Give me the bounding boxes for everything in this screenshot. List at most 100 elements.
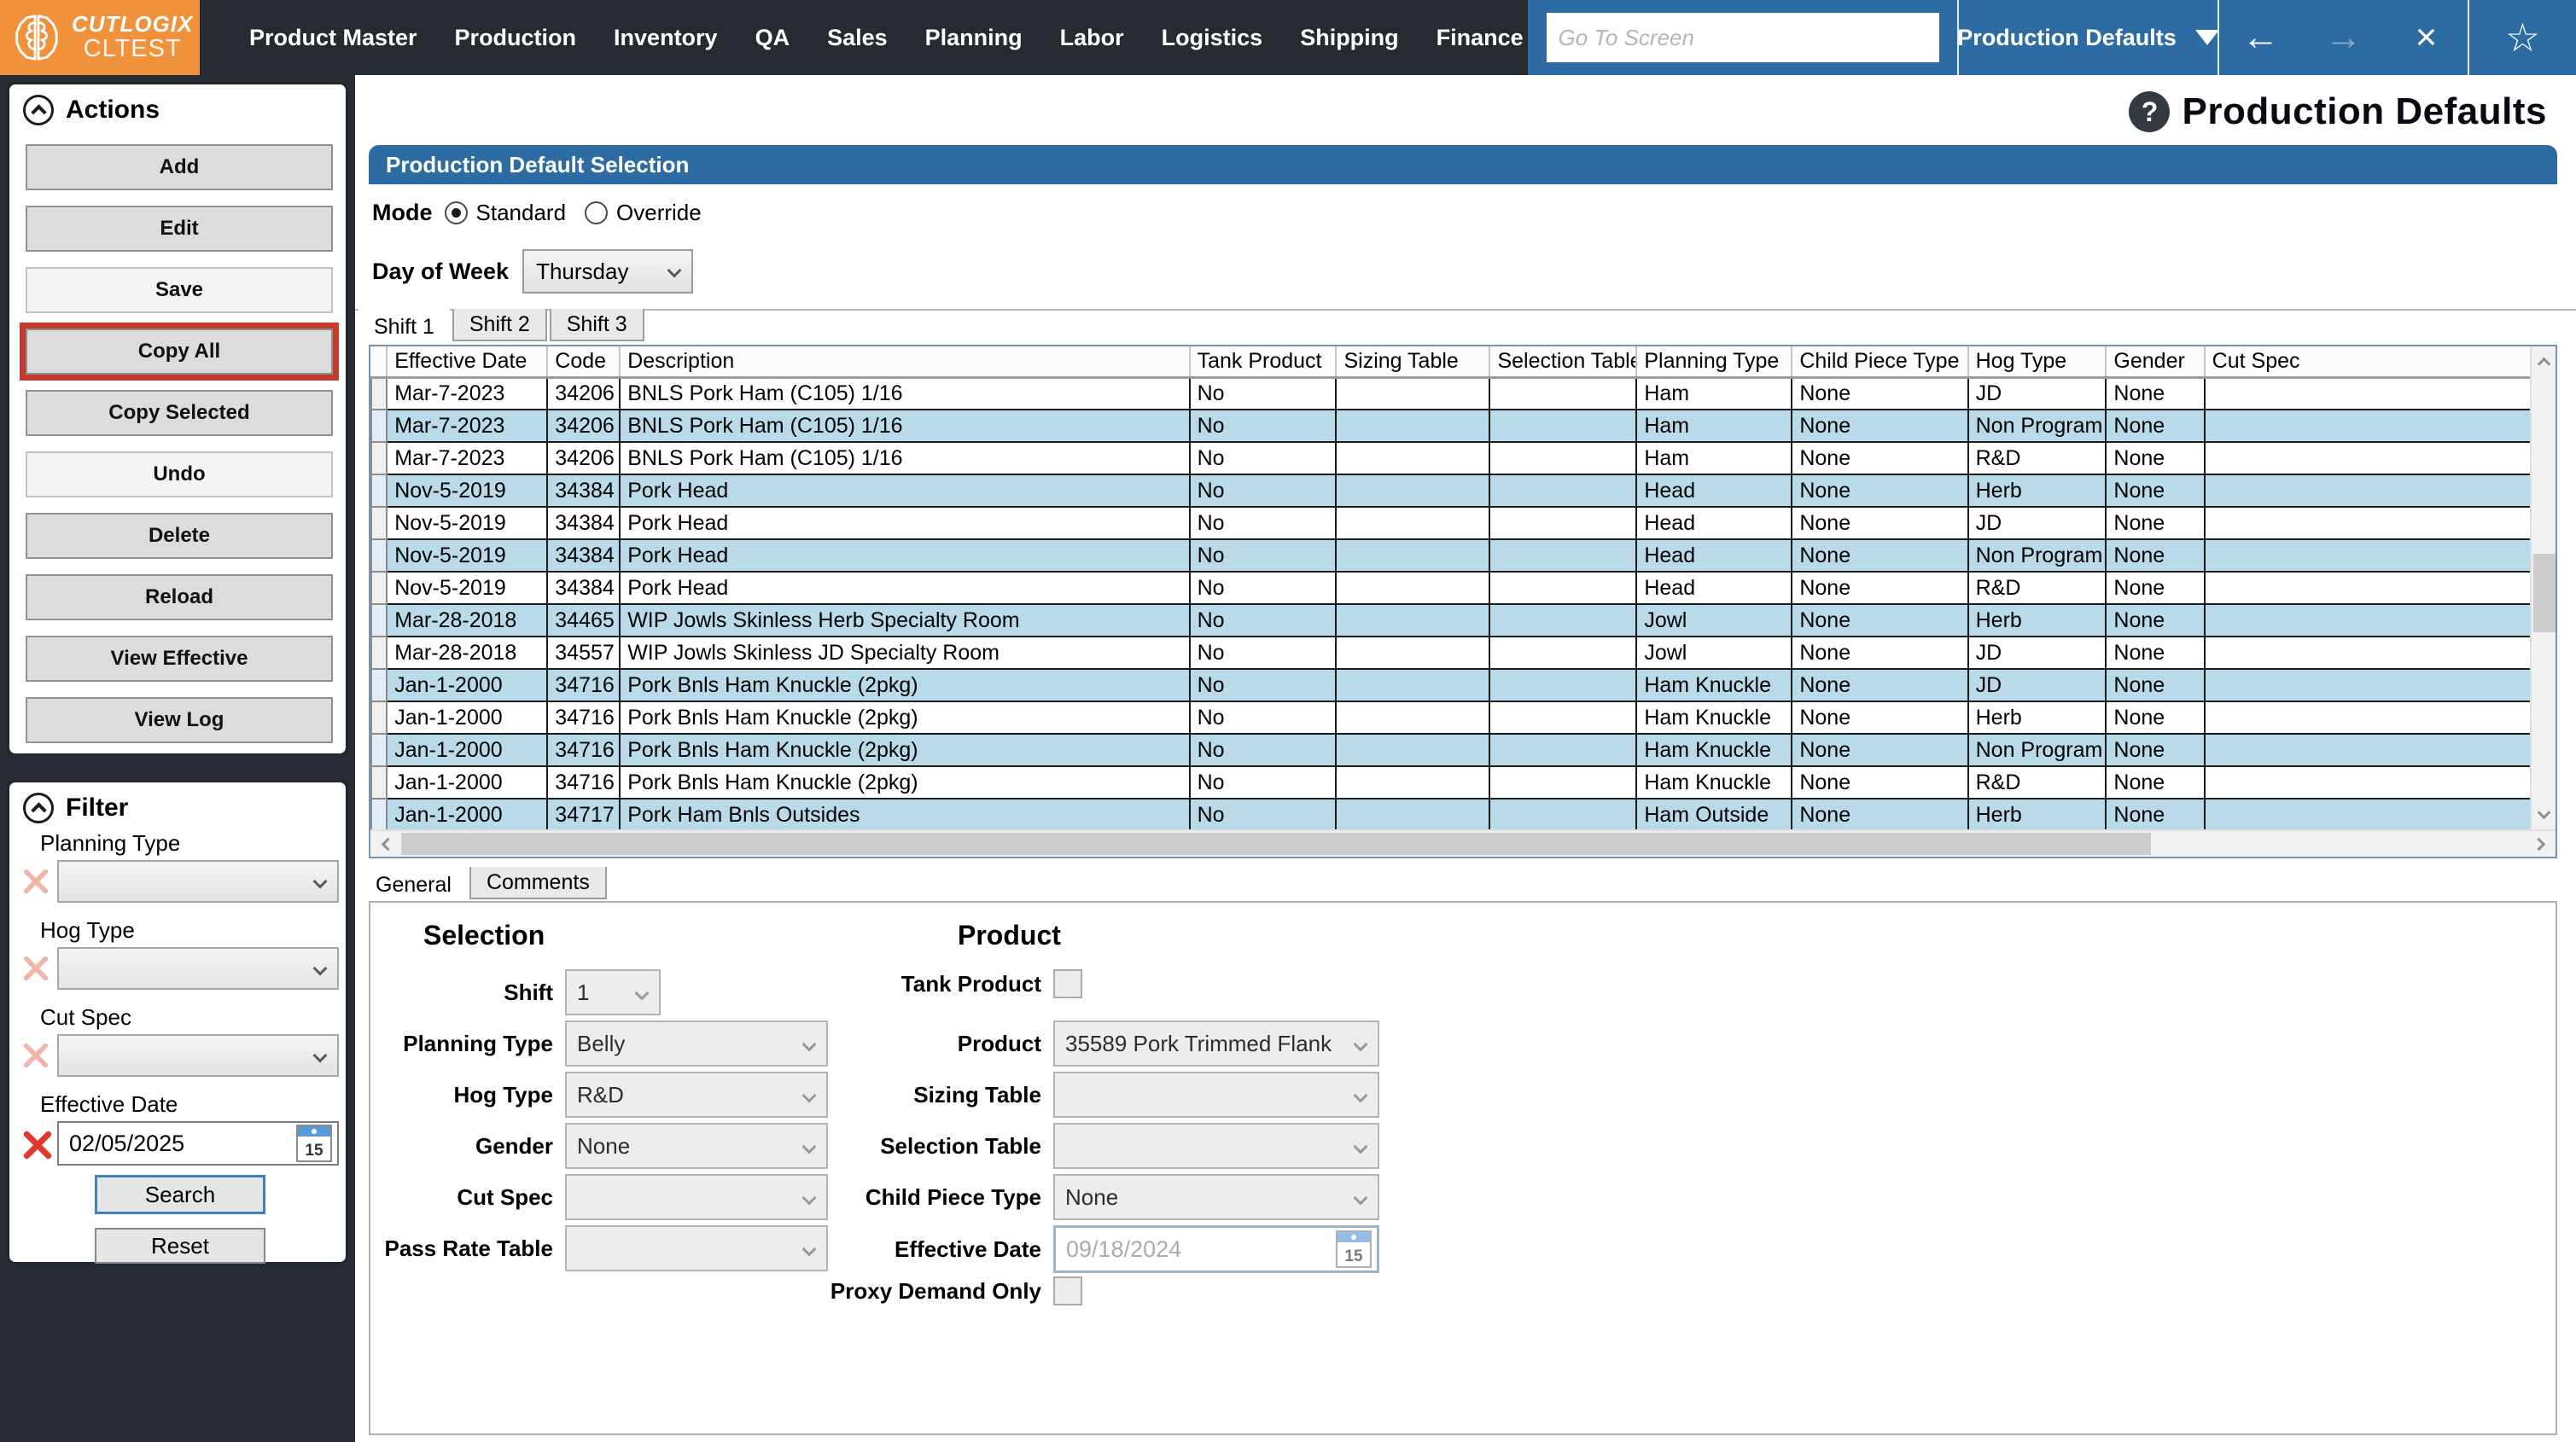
grid-cell[interactable] [1335,798,1491,829]
grid-cell[interactable]: 34206 [546,376,621,410]
grid-cell[interactable]: 34384 [546,506,621,540]
grid-cell[interactable]: Mar-28-2018 [386,636,549,670]
grid-cell[interactable]: No [1188,603,1338,637]
grid-cell[interactable] [2203,701,2530,735]
grid-cell[interactable] [2203,765,2530,799]
grid-cell[interactable]: None [1791,474,1969,508]
grid-cell[interactable] [1489,409,1638,443]
copy-selected-button[interactable]: Copy Selected [26,390,333,436]
menu-item-inventory[interactable]: Inventory [595,25,737,51]
column-header-selection-table[interactable]: Selection Table [1489,346,1638,379]
selection-table-select[interactable] [1053,1123,1379,1169]
row-selector-cell[interactable] [370,474,388,508]
grid-cell[interactable] [1335,474,1491,508]
grid-cell[interactable]: JD [1967,506,2107,540]
table-row[interactable]: Jan-1-2000 34716 Pork Bnls Ham Knuckle (2p… [370,701,2530,735]
sizing-table-select[interactable] [1053,1072,1379,1118]
grid-cell[interactable]: None [2105,603,2206,637]
grid-cell[interactable]: None [1791,538,1969,573]
grid-cell[interactable]: JD [1967,636,2107,670]
row-selector-cell[interactable] [370,701,388,735]
grid-cell[interactable]: No [1188,701,1338,735]
grid-cell[interactable]: None [1791,798,1969,829]
column-header-cut-spec[interactable]: Cut Spec [2204,346,2530,379]
row-selector-cell[interactable] [370,636,388,670]
menu-item-planning[interactable]: Planning [906,25,1041,51]
grid-cell[interactable]: No [1188,668,1338,702]
grid-cell[interactable]: None [2105,506,2206,540]
grid-cell[interactable]: Head [1635,571,1793,605]
filter-effective-date-input[interactable]: 02/05/2025 15 [57,1121,339,1166]
day-of-week-select[interactable]: Thursday [522,249,694,294]
grid-cell[interactable] [2203,571,2530,605]
grid-cell[interactable] [2203,636,2530,670]
grid-cell[interactable]: None [1791,441,1969,475]
table-row[interactable]: Jan-1-2000 34717 Pork Ham Bnls Outsides No H… [370,798,2530,829]
grid-cell[interactable]: Nov-5-2019 [386,538,549,573]
grid-cell[interactable]: Jan-1-2000 [386,798,549,829]
menu-item-finance[interactable]: Finance [1418,25,1542,51]
grid-cell[interactable] [1335,506,1491,540]
scroll-down-icon[interactable] [2532,800,2556,829]
grid-cell[interactable] [2203,603,2530,637]
grid-cell[interactable]: Jan-1-2000 [386,765,549,799]
grid-cell[interactable]: None [2105,765,2206,799]
column-header-sizing-table[interactable]: Sizing Table [1336,346,1491,379]
grid-cell[interactable] [2203,798,2530,829]
horizontal-scroll-thumb[interactable] [401,833,2151,855]
grid-cell[interactable]: Non Program [1967,733,2107,767]
grid-cell[interactable] [1335,571,1491,605]
grid-cell[interactable]: None [1791,506,1969,540]
grid-cell[interactable]: No [1188,636,1338,670]
clear-filter-icon[interactable] [21,1041,50,1070]
row-selector-cell[interactable] [370,506,388,540]
column-header-planning-type[interactable]: Planning Type [1636,346,1793,379]
grid-cell[interactable] [1489,798,1638,829]
grid-cell[interactable] [1489,636,1638,670]
grid-cell[interactable]: R&D [1967,441,2107,475]
grid-cell[interactable]: None [2105,474,2206,508]
grid-cell[interactable]: Pork Ham Bnls Outsides [619,798,1191,829]
table-row[interactable]: Mar-7-2023 34206 BNLS Pork Ham (C105) 1/16… [370,409,2530,443]
grid-cell[interactable]: None [1791,733,1969,767]
grid-cell[interactable]: R&D [1967,571,2107,605]
row-selector-cell[interactable] [370,571,388,605]
grid-cell[interactable]: WIP Jowls Skinless JD Specialty Room [619,636,1191,670]
table-row[interactable]: Nov-5-2019 34384 Pork Head No Head None Herb No… [370,474,2530,508]
grid-cell[interactable]: Ham Knuckle [1635,733,1793,767]
view-log-button[interactable]: View Log [26,697,333,743]
grid-cell[interactable] [1335,733,1491,767]
grid-cell[interactable]: Pork Head [619,506,1191,540]
proxy-demand-only-checkbox[interactable] [1053,1276,1082,1305]
row-selector-cell[interactable] [370,733,388,767]
table-row[interactable]: Mar-28-2018 34465 WIP Jowls Skinless Herb … [370,603,2530,637]
grid-cell[interactable]: None [2105,571,2206,605]
row-selector-cell[interactable] [370,441,388,475]
row-selector-cell[interactable] [370,668,388,702]
grid-cell[interactable]: 34557 [546,636,621,670]
table-row[interactable]: Nov-5-2019 34384 Pork Head No Head None Non Pr… [370,538,2530,573]
grid-cell[interactable] [1335,765,1491,799]
scroll-up-icon[interactable] [2532,346,2556,375]
filter-cut-spec-select[interactable] [57,1034,339,1077]
grid-cell[interactable]: None [1791,701,1969,735]
vertical-scrollbar[interactable] [2530,346,2556,829]
grid-cell[interactable]: Ham Outside [1635,798,1793,829]
grid-cell[interactable]: 34716 [546,733,621,767]
grid-cell[interactable]: Non Program [1967,409,2107,443]
column-header-code[interactable]: Code [547,346,621,379]
clear-date-icon[interactable] [21,1129,52,1160]
grid-cell[interactable]: Ham [1635,376,1793,410]
grid-cell[interactable]: R&D [1967,765,2107,799]
grid-cell[interactable]: None [1791,765,1969,799]
menu-item-shipping[interactable]: Shipping [1281,25,1417,51]
grid-cell[interactable]: 34384 [546,538,621,573]
grid-cell[interactable]: None [2105,538,2206,573]
grid-cell[interactable] [1335,538,1491,573]
grid-cell[interactable]: Pork Bnls Ham Knuckle (2pkg) [619,668,1191,702]
grid-cell[interactable]: BNLS Pork Ham (C105) 1/16 [619,376,1191,410]
grid-cell[interactable]: None [2105,441,2206,475]
grid-cell[interactable] [1335,376,1491,410]
grid-cell[interactable]: Pork Bnls Ham Knuckle (2pkg) [619,765,1191,799]
column-header-effective-date[interactable]: Effective Date [387,346,549,379]
